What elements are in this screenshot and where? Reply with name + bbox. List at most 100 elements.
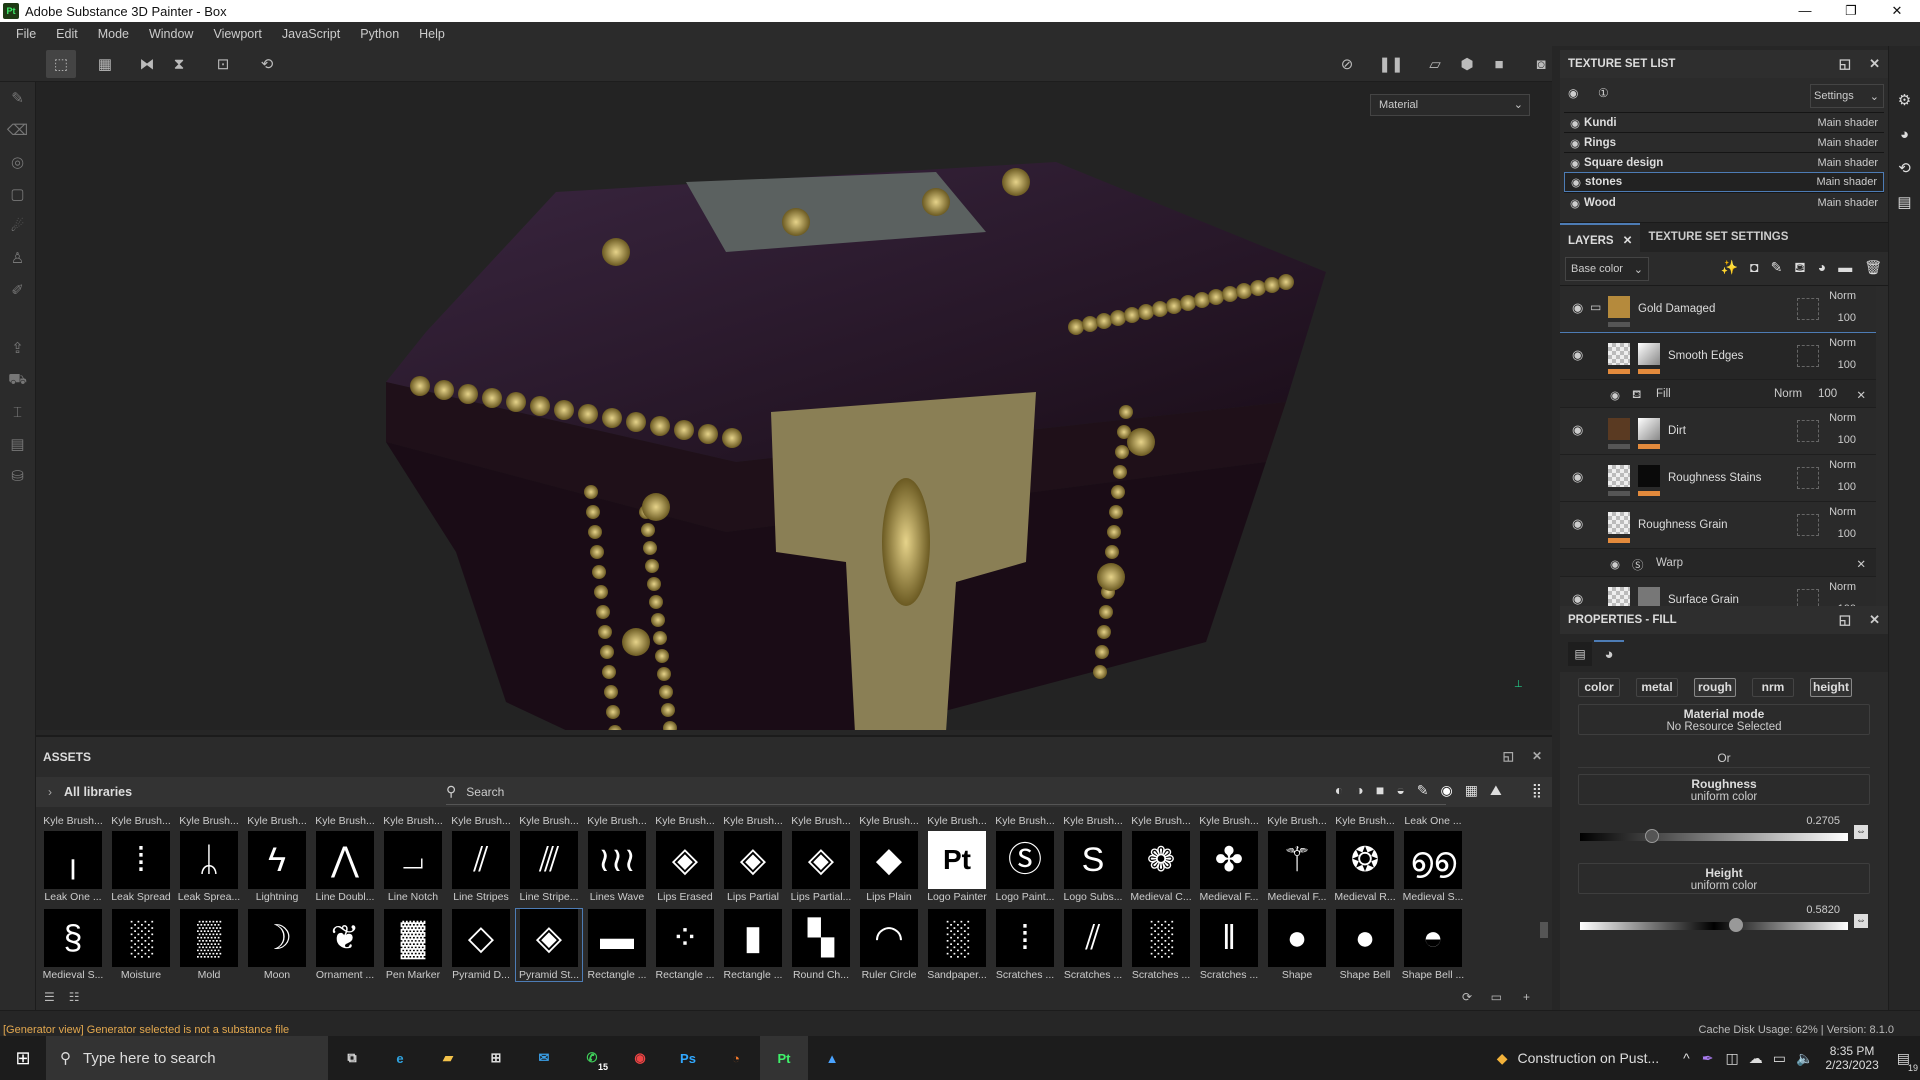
height-slider-knob[interactable] <box>1728 918 1743 932</box>
close-icon[interactable]: ✕ <box>1869 56 1880 72</box>
add-paint-layer-icon[interactable]: ✎ <box>1771 259 1783 278</box>
material-tab-icon[interactable]: ◕ <box>1594 640 1624 668</box>
asset-tile[interactable]: ◓ Shape Bell ... <box>1400 909 1466 981</box>
close-icon[interactable]: ✕ <box>1532 749 1542 763</box>
close-icon[interactable]: ✕ <box>1623 235 1633 247</box>
asset-tile[interactable]: § Medieval S... <box>40 909 106 981</box>
clone-icon[interactable]: ♙ <box>0 242 35 274</box>
eye-icon[interactable]: ◉ <box>1570 116 1580 130</box>
asset-tile[interactable]: ⫽ Line Stripes <box>448 831 514 903</box>
tab-texture-set-settings[interactable]: TEXTURE SET SETTINGS <box>1640 223 1796 252</box>
channel-color-button[interactable]: color <box>1578 678 1620 697</box>
layer-row[interactable]: ◉ Roughness Grain Norm 100 <box>1560 502 1876 549</box>
view-mode-icon[interactable]: ⣿ <box>1532 782 1542 799</box>
hide-icon[interactable]: ⊘ <box>1332 50 1362 78</box>
roughness-value[interactable]: 0.2705 <box>1560 815 1840 833</box>
view-2d-icon[interactable]: ▱ <box>1420 50 1450 78</box>
layer-row[interactable]: ◉ Smooth Edges Norm 100 <box>1560 332 1876 381</box>
asset-tile[interactable]: ░ Moisture <box>108 909 174 981</box>
asset-tile[interactable]: ◠ Ruler Circle <box>856 909 922 981</box>
smudge-icon[interactable]: ☄ <box>0 210 35 242</box>
center-icon[interactable]: ⊡ <box>208 50 238 78</box>
pause-icon[interactable]: ❚❚ <box>1376 50 1406 78</box>
network-icon[interactable]: ▭ <box>1773 1050 1786 1067</box>
weather-icon[interactable]: ◆ <box>1497 1050 1508 1067</box>
filter-materials-icon[interactable]: ◐ <box>1335 782 1343 799</box>
asset-tile[interactable]: ░ Scratches ... <box>1128 909 1194 981</box>
menu-window[interactable]: Window <box>139 27 203 41</box>
search-input[interactable]: ⚲ Search <box>446 779 1446 805</box>
camera-tray-icon[interactable]: ◫ <box>1725 1050 1738 1067</box>
channel-height-button[interactable]: height <box>1810 678 1852 697</box>
asset-tile[interactable]: S Logo Subs... <box>1060 831 1126 903</box>
texture-set-item[interactable]: ◉ stones Main shader <box>1564 172 1884 192</box>
undock-icon[interactable]: ◱ <box>1839 612 1851 628</box>
asset-tile[interactable]: ≀≀≀ Lines Wave <box>584 831 650 903</box>
asset-tile[interactable]: ⚚ Medieval F... <box>1264 831 1330 903</box>
polygon-fill-icon[interactable]: ▢ <box>0 178 35 210</box>
layer-row[interactable]: ◉Surface GrainNorm100 <box>1560 577 1876 606</box>
asset-tile[interactable]: ╷ Leak One ... <box>40 831 106 903</box>
onedrive-icon[interactable]: ☁ <box>1749 1050 1763 1067</box>
height-value[interactable]: 0.5820 <box>1560 904 1840 922</box>
eye-icon[interactable]: ◉ <box>1570 156 1580 170</box>
menu-javascript[interactable]: JavaScript <box>272 27 350 41</box>
opacity-dropdown[interactable]: 100 <box>1838 528 1856 540</box>
asset-tile[interactable]: ❁ Medieval C... <box>1128 831 1194 903</box>
height-slider[interactable] <box>1580 918 1848 932</box>
reset-icon[interactable]: ⟲ <box>252 50 282 78</box>
asset-tile[interactable]: ◈ Lips Partial <box>720 831 786 903</box>
asset-tile[interactable]: ◇ Pyramid D... <box>448 909 514 981</box>
eye-icon[interactable]: ◉ <box>1610 388 1620 402</box>
layer-effect[interactable]: ◉ ⛾ Fill Norm 100 ✕ <box>1560 380 1876 408</box>
asset-tile[interactable]: ☽ Moon <box>244 909 310 981</box>
blend-mode-dropdown[interactable]: Norm <box>1829 290 1856 302</box>
projection-icon[interactable]: ◎ <box>0 146 35 178</box>
assets-scrollbar[interactable] <box>1540 922 1548 938</box>
measure-icon[interactable]: ⌶ <box>0 396 35 428</box>
mail-icon[interactable]: ✉ <box>520 1036 568 1080</box>
color-picker-icon[interactable]: ✐ <box>0 274 35 306</box>
filter-textures-icon[interactable]: ▦ <box>1465 782 1478 799</box>
opacity-dropdown[interactable]: 100 <box>1838 481 1856 493</box>
roughness-box[interactable]: Roughness uniform color <box>1578 774 1870 805</box>
export-icon[interactable]: ⇪ <box>0 332 35 364</box>
mirror-y-icon[interactable]: ⧗ <box>164 50 194 78</box>
asset-tile[interactable]: Pt Logo Painter <box>924 831 990 903</box>
solo-icon[interactable]: ① <box>1598 86 1609 100</box>
menu-viewport[interactable]: Viewport <box>203 27 271 41</box>
opacity-dropdown[interactable]: 100 <box>1838 359 1856 371</box>
close-icon[interactable]: ✕ <box>1869 612 1880 628</box>
menu-file[interactable]: File <box>6 27 46 41</box>
bake-icon[interactable]: ⛟ <box>0 364 35 396</box>
eye-icon[interactable]: ◉ <box>1570 136 1580 150</box>
asset-tile[interactable]: ● Shape Bell <box>1332 909 1398 981</box>
channel-dropdown[interactable]: Base color ⌄ <box>1565 257 1649 281</box>
eraser-icon[interactable]: ⌫ <box>0 114 35 146</box>
filter-brushes-icon[interactable]: ✎ <box>1417 782 1429 799</box>
display-settings-icon[interactable]: ▤ <box>0 428 35 460</box>
shader-icon[interactable]: ◕ <box>1889 118 1920 150</box>
asset-tile[interactable]: ϟ Lightning <box>244 831 310 903</box>
height-box[interactable]: Height uniform color <box>1578 863 1870 894</box>
taskbar-search[interactable]: ⚲ Type here to search <box>46 1036 328 1080</box>
add-mask-icon[interactable]: ◘ <box>1750 259 1758 278</box>
tray-chevron-icon[interactable]: ^ <box>1683 1050 1690 1066</box>
asset-tile[interactable]: ⁞ Leak Spread <box>108 831 174 903</box>
material-select[interactable]: Material ⌄ <box>1370 94 1530 116</box>
layer-row[interactable]: ◉ Dirt Norm 100 <box>1560 408 1876 455</box>
chevron-right-icon[interactable]: › <box>48 785 52 799</box>
blend-mode-dropdown[interactable]: Norm <box>1829 506 1856 518</box>
add-icon[interactable]: + <box>1523 990 1530 1004</box>
paint-brush-icon[interactable]: ✎ <box>0 82 35 114</box>
texture-set-item[interactable]: ◉ Kundi Main shader <box>1564 112 1884 132</box>
photoshop-icon[interactable]: Ps <box>664 1036 712 1080</box>
refresh-icon[interactable]: ⟳ <box>1462 990 1472 1004</box>
folder-icon[interactable]: ▭ <box>1491 990 1502 1004</box>
asset-tile[interactable]: ▓ Pen Marker <box>380 909 446 981</box>
eye-icon[interactable]: ◉ <box>1572 469 1583 485</box>
notifications-icon[interactable]: ▤ 19 <box>1897 1050 1918 1073</box>
display-settings-icon[interactable]: ⚙ <box>1889 84 1920 116</box>
add-fill-layer-icon[interactable]: ⛾ <box>1794 259 1805 278</box>
news-widget[interactable]: Construction on Pust... <box>1518 1050 1660 1066</box>
